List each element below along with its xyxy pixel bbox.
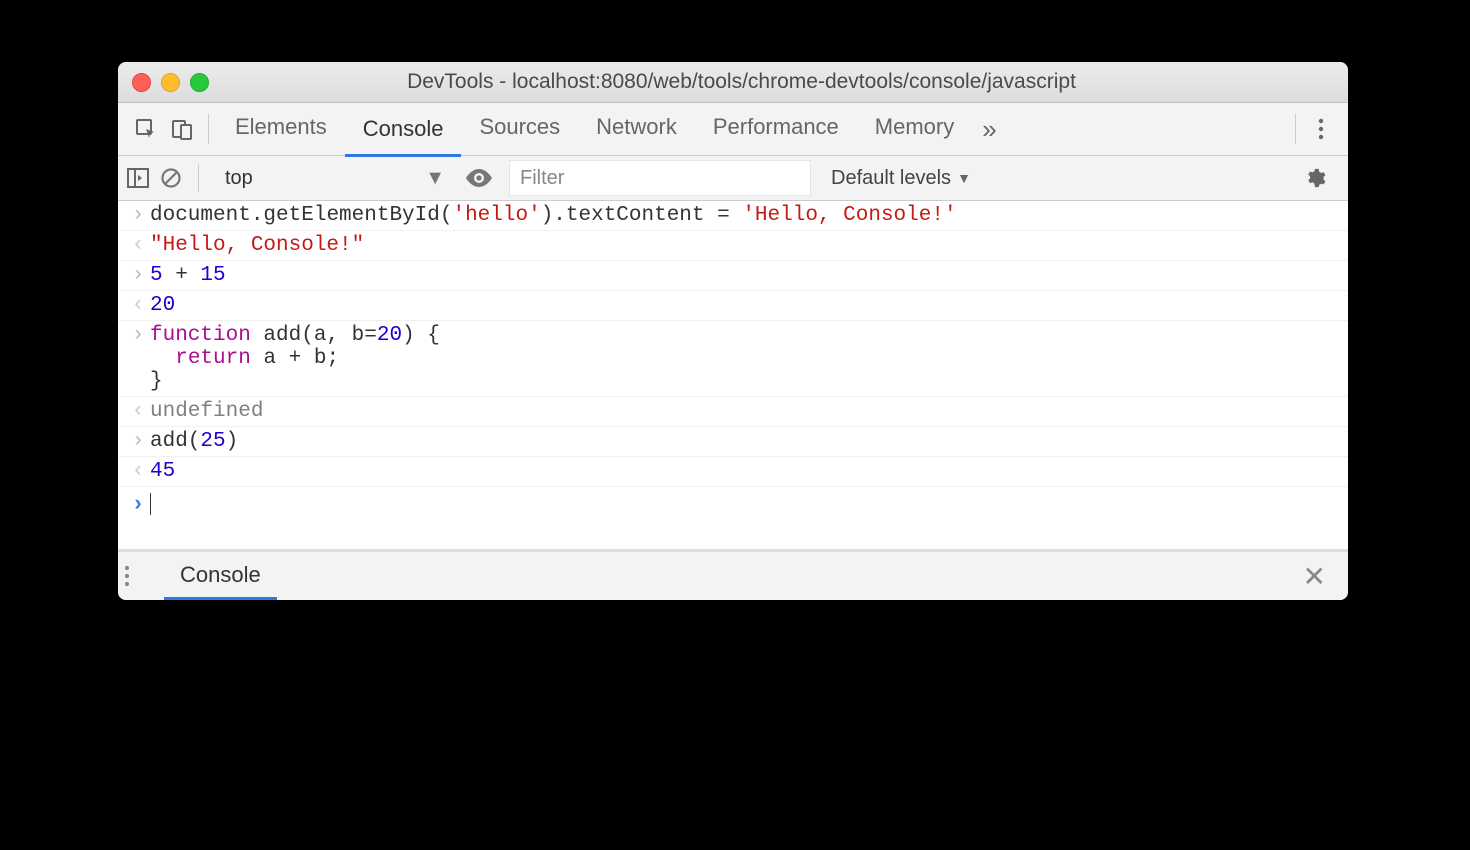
console-settings-icon[interactable] — [1290, 167, 1340, 189]
code-line: function add(a, b=20) { return a + b; } — [150, 324, 440, 393]
console-output-row: ‹45 — [118, 457, 1348, 487]
separator — [208, 114, 209, 144]
drawer-close-icon[interactable]: ✕ — [1287, 560, 1342, 593]
live-expression-icon[interactable] — [465, 169, 499, 187]
code-line: undefined — [150, 400, 263, 423]
output-chevron-icon: ‹ — [126, 460, 150, 483]
console-input[interactable] — [150, 490, 151, 516]
console-input-row: ›5 + 15 — [118, 261, 1348, 291]
console-toolbar: top ▼ Default levels ▼ — [118, 156, 1348, 201]
drawer-tab-console[interactable]: Console — [164, 552, 277, 600]
dropdown-caret-icon: ▼ — [957, 170, 971, 186]
window-zoom-button[interactable] — [190, 73, 209, 92]
console-spacer — [118, 519, 1348, 550]
output-chevron-icon: ‹ — [126, 400, 150, 423]
console-sidebar-toggle-icon[interactable] — [126, 167, 150, 189]
clear-console-icon[interactable] — [160, 167, 182, 189]
console-output-row: ‹undefined — [118, 397, 1348, 427]
console-filter-input[interactable] — [509, 160, 811, 196]
log-levels-label: Default levels — [831, 167, 951, 190]
execution-context-selector[interactable]: top ▼ — [215, 163, 455, 193]
window-title: DevTools - localhost:8080/web/tools/chro… — [219, 70, 1334, 94]
device-toolbar-icon[interactable] — [164, 111, 200, 147]
code-line: "Hello, Console!" — [150, 234, 364, 257]
input-chevron-icon: › — [126, 324, 150, 393]
log-levels-selector[interactable]: Default levels ▼ — [831, 167, 971, 190]
separator — [1295, 114, 1296, 144]
output-chevron-icon: ‹ — [126, 294, 150, 317]
code-line: 20 — [150, 294, 175, 317]
execution-context-label: top — [225, 167, 253, 190]
tab-performance[interactable]: Performance — [695, 101, 857, 153]
console-output: ›document.getElementById('hello').textCo… — [118, 201, 1348, 487]
code-line: document.getElementById('hello').textCon… — [150, 204, 957, 227]
tab-memory[interactable]: Memory — [857, 101, 972, 153]
output-chevron-icon: ‹ — [126, 234, 150, 257]
console-input-row: ›document.getElementById('hello').textCo… — [118, 201, 1348, 231]
tabs-overflow-button[interactable]: » — [972, 114, 1006, 145]
devtools-tabstrip: ElementsConsoleSourcesNetworkPerformance… — [118, 103, 1348, 156]
inspect-element-icon[interactable] — [128, 111, 164, 147]
dropdown-caret-icon: ▼ — [425, 167, 445, 190]
console-input-row: ›add(25) — [118, 427, 1348, 457]
code-line: 45 — [150, 460, 175, 483]
console-prompt-row[interactable]: › — [118, 487, 1348, 519]
tab-console[interactable]: Console — [345, 101, 462, 157]
console-output-row: ‹20 — [118, 291, 1348, 321]
prompt-chevron-icon: › — [126, 490, 150, 516]
separator — [198, 164, 199, 192]
drawer: Console ✕ — [118, 550, 1348, 600]
console-input-row: ›function add(a, b=20) { return a + b; } — [118, 321, 1348, 397]
tab-network[interactable]: Network — [578, 101, 695, 153]
window-minimize-button[interactable] — [161, 73, 180, 92]
code-line: 5 + 15 — [150, 264, 226, 287]
window-close-button[interactable] — [132, 73, 151, 92]
input-chevron-icon: › — [126, 264, 150, 287]
devtools-window: DevTools - localhost:8080/web/tools/chro… — [118, 62, 1348, 600]
code-line: add(25) — [150, 430, 238, 453]
console-output-row: ‹"Hello, Console!" — [118, 231, 1348, 261]
input-chevron-icon: › — [126, 204, 150, 227]
drawer-menu-button[interactable] — [124, 565, 160, 587]
window-titlebar: DevTools - localhost:8080/web/tools/chro… — [118, 62, 1348, 103]
tab-elements[interactable]: Elements — [217, 101, 345, 153]
input-chevron-icon: › — [126, 430, 150, 453]
devtools-menu-button[interactable] — [1304, 117, 1338, 141]
tab-sources[interactable]: Sources — [461, 101, 578, 153]
